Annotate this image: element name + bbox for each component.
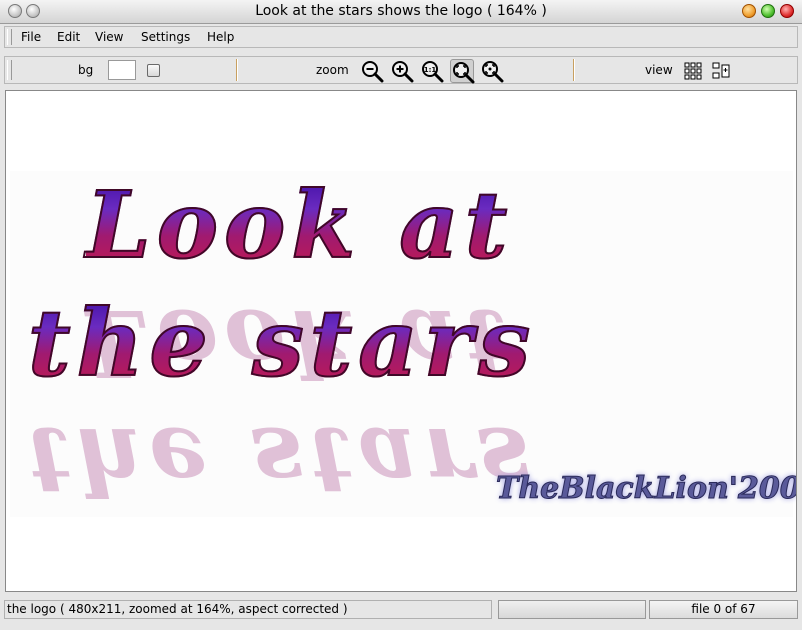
file-position: file 0 of 67: [649, 600, 798, 619]
svg-text:1:1: 1:1: [424, 66, 437, 74]
maximize-button[interactable]: [761, 4, 775, 18]
status-bar: the logo ( 480x211, zoomed at 164%, aspe…: [0, 598, 802, 622]
menubar-grip[interactable]: [7, 29, 12, 45]
menu-view[interactable]: View: [95, 30, 123, 44]
toolbar-separator: [236, 59, 238, 81]
logo-line1: Look at: [85, 170, 514, 280]
thumbnail-list-icon[interactable]: [711, 61, 731, 81]
menu-edit[interactable]: Edit: [57, 30, 80, 44]
image-viewport[interactable]: Look at the stars Look at the stars TheB…: [5, 90, 797, 592]
progress-bar: [498, 600, 646, 619]
status-message: the logo ( 480x211, zoomed at 164%, aspe…: [4, 600, 492, 619]
menu-help[interactable]: Help: [207, 30, 234, 44]
zoom-label: zoom: [316, 63, 349, 77]
bg-checkbox[interactable]: [147, 64, 160, 77]
logo-image: Look at the stars Look at the stars TheB…: [10, 170, 796, 517]
bg-color-swatch[interactable]: [108, 60, 136, 80]
toolbar-separator: [573, 59, 575, 81]
logo-line2-reflection: the stars: [28, 407, 537, 515]
bg-label: bg: [78, 63, 94, 77]
view-label: view: [645, 63, 673, 77]
menu-settings[interactable]: Settings: [141, 30, 190, 44]
minimize-button[interactable]: [742, 4, 756, 18]
zoom-fit-icon[interactable]: [450, 59, 475, 84]
logo-line2: the stars: [27, 288, 537, 398]
thumbnail-grid-icon[interactable]: [683, 61, 703, 81]
close-button[interactable]: [780, 4, 794, 18]
zoom-in-icon[interactable]: [390, 59, 414, 83]
menu-file[interactable]: File: [21, 30, 41, 44]
zoom-out-icon[interactable]: [360, 59, 384, 83]
toolbar-grip[interactable]: [7, 60, 12, 80]
zoom-fill-icon[interactable]: [480, 59, 504, 83]
title-bar[interactable]: Look at the stars shows the logo ( 164% …: [0, 0, 802, 24]
menu-bar: File Edit View Settings Help: [4, 26, 798, 48]
window-title: Look at the stars shows the logo ( 164% …: [255, 3, 547, 19]
logo-credit: TheBlackLion'2002: [495, 471, 797, 507]
toolbar: bg zoom 1:1 view: [4, 56, 798, 84]
zoom-actual-size-icon[interactable]: 1:1: [420, 59, 444, 83]
